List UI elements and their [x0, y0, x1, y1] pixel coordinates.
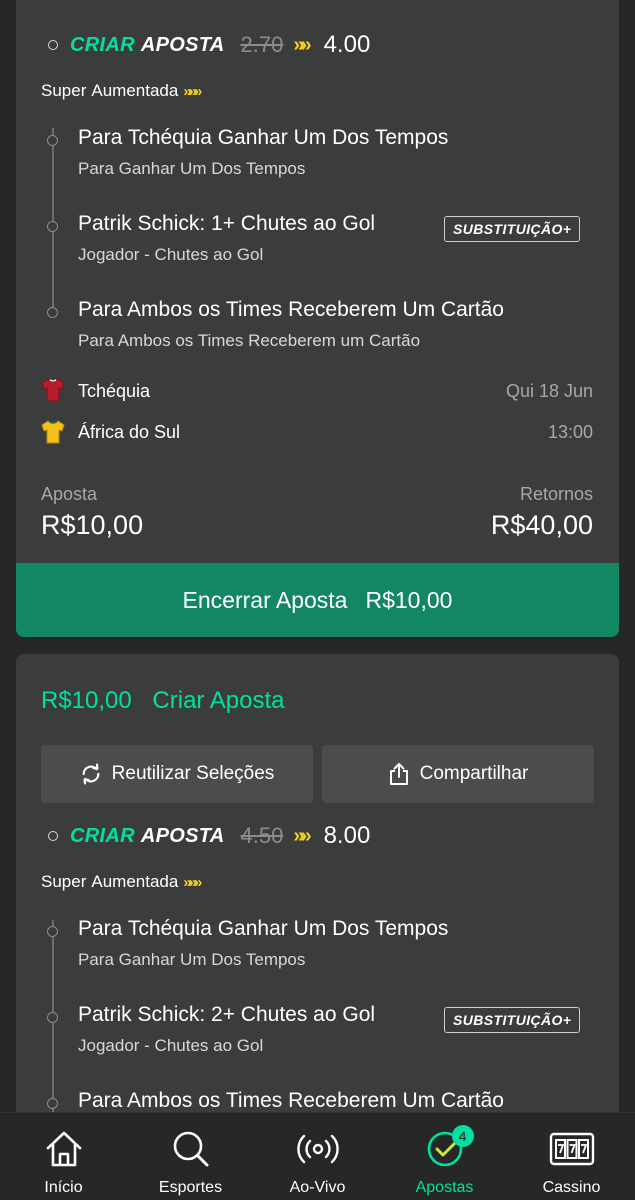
selection-title: Patrik Schick: 1+ Chutes ao Gol — [78, 212, 376, 235]
share-label: Compartilhar — [419, 763, 529, 784]
live-broadcast-icon — [296, 1134, 339, 1164]
selection-title: Patrik Schick: 2+ Chutes ao Gol — [78, 1003, 376, 1026]
stake-amount: R$10,00 — [41, 510, 144, 540]
substitution-badge[interactable]: SUBSTITUIÇÃO+ — [444, 1007, 581, 1033]
share-button[interactable]: Compartilhar — [322, 745, 594, 803]
nav-label: Esportes — [158, 1179, 223, 1196]
returns-label: Retornos — [519, 484, 593, 504]
bet-builder-criar: CRIAR — [70, 824, 135, 847]
away-team-name: África do Sul — [78, 422, 181, 442]
search-icon — [173, 1131, 208, 1167]
substitution-badge[interactable]: SUBSTITUIÇÃO+ — [444, 216, 581, 242]
slot-machine-icon — [549, 1132, 594, 1166]
selection-title: Para Tchéquia Ganhar Um Dos Tempos — [78, 917, 449, 940]
returns-amount: R$40,00 — [490, 510, 593, 540]
share-icon — [389, 763, 408, 785]
bet-builder-criar: CRIAR — [70, 33, 135, 56]
old-odds: 2.70 — [240, 32, 284, 57]
nav-item-inicio[interactable]: Início — [0, 1113, 127, 1200]
new-odds: 4.00 — [323, 31, 371, 58]
timeline-node — [47, 135, 58, 146]
bet-builder-aposta: APOSTA — [140, 33, 225, 56]
stake-label: Aposta — [41, 484, 98, 504]
reuse-selections-button[interactable]: Reutilizar Seleções — [41, 745, 313, 803]
selection: Patrik Schick: 1+ Chutes ao Gol Jogador … — [78, 212, 375, 265]
bet-header: R$10,00 Criar Aposta — [41, 687, 284, 715]
selection-market: Para Ambos os Times Receberem um Cartão — [78, 331, 421, 350]
timeline-node — [47, 1098, 58, 1109]
reuse-selections-label: Reutilizar Seleções — [111, 763, 275, 784]
timeline-node — [47, 1012, 58, 1023]
nav-item-ao-vivo[interactable]: Ao-Vivo — [254, 1113, 381, 1200]
selection: Para Tchéquia Ganhar Um Dos Tempos Para … — [78, 126, 448, 179]
radio-ring-icon — [48, 831, 58, 841]
boost-chevrons-icon: »» — [293, 824, 311, 847]
bet-stake: R$10,00 — [41, 687, 132, 714]
selection-title: Para Ambos os Times Receberem Um Cartão — [78, 1089, 504, 1112]
new-odds: 8.00 — [323, 822, 371, 849]
nav-item-cassino[interactable]: Cassino — [508, 1113, 635, 1200]
nav-label: Ao-Vivo — [289, 1179, 346, 1196]
cashout-button[interactable]: Encerrar Aposta R$10,00 — [16, 563, 619, 637]
event-time: 13:00 — [547, 422, 593, 442]
boost-chevrons-icon: »» — [293, 33, 311, 56]
bet-card: CRIAR APOSTA 2.70 »» 4.00 Super Aumentad… — [16, 0, 619, 637]
boost-chevrons-icon: »»» — [183, 873, 202, 891]
radio-ring-icon — [48, 40, 58, 50]
selection-market: Para Ganhar Um Dos Tempos — [78, 159, 306, 178]
bet-type: Criar Aposta — [152, 687, 285, 714]
selection: Patrik Schick: 2+ Chutes ao Gol Jogador … — [78, 1003, 375, 1056]
bet-card: R$10,00 Criar Aposta Reutilizar Seleções… — [16, 654, 619, 1124]
boost-chevrons-icon: »»» — [183, 82, 202, 100]
selection-title: Para Ambos os Times Receberem Um Cartão — [78, 298, 504, 321]
home-team-name: Tchéquia — [78, 381, 151, 401]
away-team-shirt-icon — [41, 420, 65, 444]
bottom-nav: Início Esportes Ao-Vivo 4 Apostas Cassin… — [0, 1112, 635, 1200]
nav-item-esportes[interactable]: Esportes — [127, 1113, 254, 1200]
super-boost-label: Super Aumentada »»» — [41, 872, 202, 891]
bet-builder-odds: CRIAR APOSTA 2.70 »» 4.00 — [48, 30, 370, 60]
selection-market: Jogador - Chutes ao Gol — [78, 1036, 264, 1055]
super-boost-label: Super Aumentada »»» — [41, 81, 202, 100]
event-date: Qui 18 Jun — [505, 381, 593, 401]
nav-label: Cassino — [542, 1179, 601, 1196]
cashout-amount: R$10,00 — [365, 586, 453, 613]
nav-item-apostas[interactable]: 4 Apostas — [381, 1113, 508, 1200]
timeline-node — [47, 926, 58, 937]
timeline-node — [47, 307, 58, 318]
home-team-shirt-icon — [41, 378, 65, 402]
timeline-node — [47, 221, 58, 232]
selection: Para Ambos os Times Receberem Um Cartão — [78, 1089, 504, 1113]
selection-title: Para Tchéquia Ganhar Um Dos Tempos — [78, 126, 449, 149]
home-icon — [46, 1131, 81, 1167]
refresh-icon — [82, 763, 100, 785]
bet-builder-aposta: APOSTA — [140, 824, 225, 847]
bet-builder-odds: CRIAR APOSTA 4.50 »» 8.00 — [48, 821, 370, 851]
nav-label: Início — [44, 1179, 83, 1196]
selection: Para Tchéquia Ganhar Um Dos Tempos Para … — [78, 917, 448, 970]
old-odds: 4.50 — [240, 823, 284, 848]
bets-count-badge: 4 — [451, 1125, 474, 1147]
selection-market: Jogador - Chutes ao Gol — [78, 245, 264, 264]
selection: Para Ambos os Times Receberem Um Cartão … — [78, 298, 504, 351]
selection-market: Para Ganhar Um Dos Tempos — [78, 950, 306, 969]
cashout-label: Encerrar Aposta — [182, 586, 348, 613]
nav-label: Apostas — [415, 1179, 474, 1196]
